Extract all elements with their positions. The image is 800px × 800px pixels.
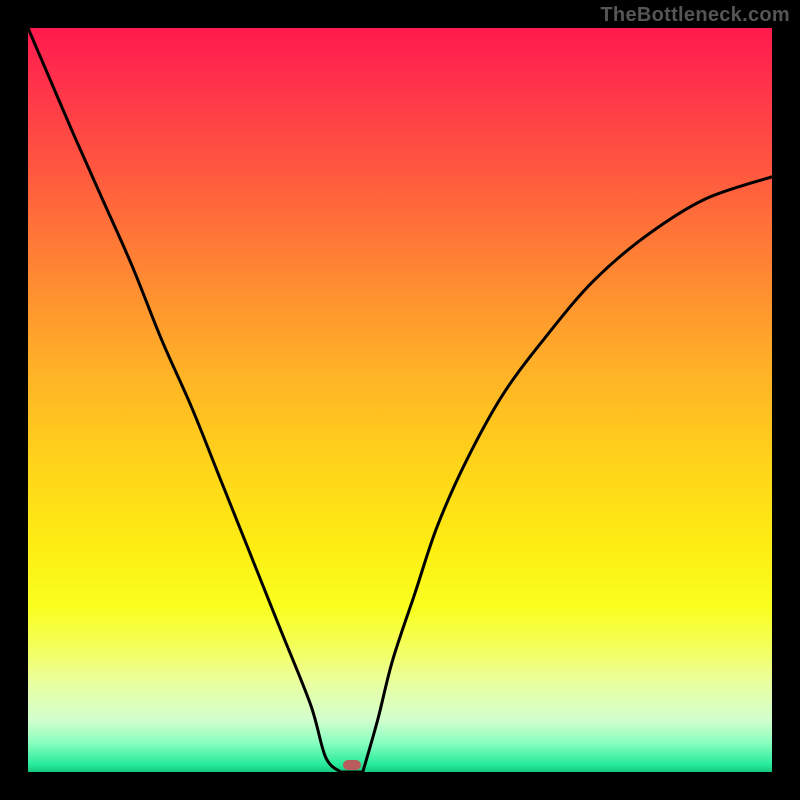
bottleneck-marker [343,760,361,770]
watermark-text: TheBottleneck.com [600,4,790,27]
chart-frame: TheBottleneck.com [0,0,800,800]
bottleneck-curve [28,28,772,772]
plot-area [28,28,772,772]
